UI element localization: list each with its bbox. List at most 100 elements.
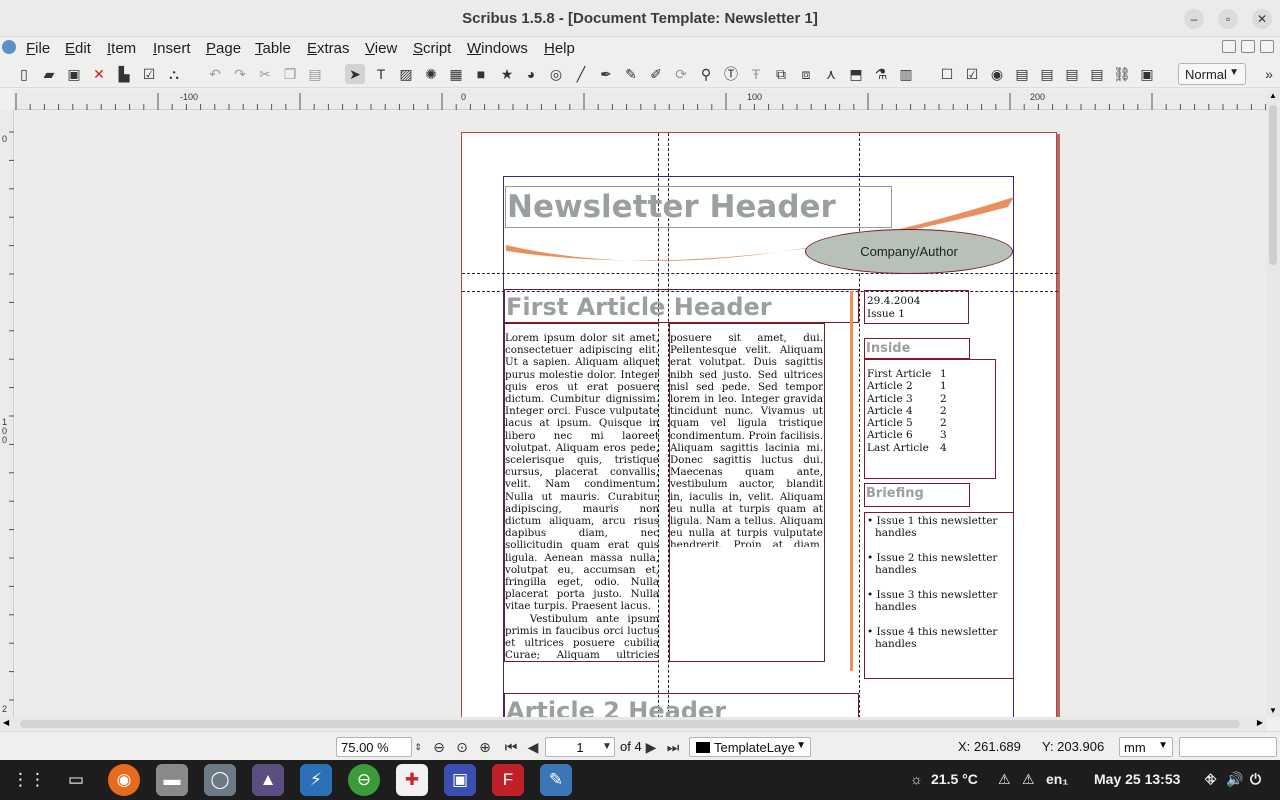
scroll-left-icon[interactable]: ◀ — [3, 718, 9, 727]
alert-icon[interactable]: ⚠ — [1022, 771, 1035, 788]
font-manager-icon[interactable]: F — [492, 764, 524, 796]
text-frame-icon[interactable]: T — [371, 64, 391, 84]
show-desktop-icon[interactable]: ▭ — [60, 764, 92, 796]
pdf-combobox-icon[interactable]: ▤ — [1037, 64, 1057, 84]
story-editor-icon[interactable]: Ŧ — [746, 64, 766, 84]
vertical-scrollbar[interactable]: ▲ ▼ — [1266, 89, 1280, 717]
menu-extras[interactable]: Extras — [307, 40, 350, 57]
firefox-icon[interactable]: ◉ — [108, 764, 140, 796]
pdf-listbox-icon[interactable]: ▤ — [1062, 64, 1082, 84]
horizontal-scroll-thumb[interactable] — [20, 720, 1240, 728]
network-icon[interactable]: ⛗ — [1205, 771, 1216, 788]
zoom-field[interactable]: 75.00 % — [336, 737, 412, 757]
open-icon[interactable]: ▰ — [39, 64, 59, 84]
new-document-icon[interactable]: ▯ — [14, 64, 34, 84]
power-icon[interactable]: ⚡ — [300, 764, 332, 796]
menu-view[interactable]: View — [365, 40, 397, 57]
maximize-button[interactable]: ▫ — [1218, 9, 1238, 29]
mdi-restore-button[interactable] — [1241, 40, 1255, 53]
orange-divider-line[interactable] — [850, 291, 853, 671]
pdf-annotation-link-icon[interactable]: ▣ — [1137, 64, 1157, 84]
export-pdf-icon[interactable]: ⛬ — [164, 64, 184, 84]
menu-help[interactable]: Help — [544, 40, 575, 57]
measure-icon[interactable]: ⋏ — [821, 64, 841, 84]
menu-page[interactable]: Page — [206, 40, 241, 57]
menu-table[interactable]: Table — [255, 40, 291, 57]
undo-icon[interactable]: ↶ — [205, 64, 225, 84]
menu-file[interactable]: File — [26, 40, 50, 57]
image-frame-icon[interactable]: ▨ — [396, 64, 416, 84]
previous-page-icon[interactable]: ◀ — [524, 737, 542, 757]
edit-text-icon[interactable]: Ⓣ — [721, 64, 741, 84]
line-icon[interactable]: ╱ — [571, 64, 591, 84]
first-page-icon[interactable]: ⏮ — [502, 737, 520, 757]
arc-icon[interactable]: ◕ — [521, 64, 541, 84]
menu-windows[interactable]: Windows — [467, 40, 528, 57]
print-icon[interactable]: ▙ — [114, 64, 134, 84]
spiral-icon[interactable]: ◎ — [546, 64, 566, 84]
company-author-ellipse[interactable]: Company/Author — [805, 229, 1013, 274]
pdf-checkbox-icon[interactable]: ☑ — [962, 64, 982, 84]
table-icon[interactable]: ▦ — [446, 64, 466, 84]
scroll-up-icon[interactable]: ▲ — [1269, 91, 1277, 100]
inkscape-icon[interactable]: ▲ — [252, 764, 284, 796]
zoom-in-icon[interactable]: ⊕ — [476, 737, 494, 757]
minimize-button[interactable]: – — [1184, 9, 1204, 29]
select-tool-icon[interactable]: ➤ — [345, 64, 365, 84]
inside-header-frame[interactable]: Inside — [864, 338, 970, 359]
layer-select[interactable]: TemplateLaye ▼ — [689, 737, 811, 757]
redo-icon[interactable]: ↷ — [230, 64, 250, 84]
bezier-icon[interactable]: ✒ — [596, 64, 616, 84]
mdi-minimize-button[interactable] — [1222, 40, 1236, 53]
first-article-header-frame[interactable]: First Article Header — [504, 289, 859, 323]
page-dropdown-icon[interactable]: ▼ — [598, 737, 616, 757]
screenshot-icon[interactable]: ▣ — [444, 764, 476, 796]
menu-insert[interactable]: Insert — [153, 40, 191, 57]
horizontal-scrollbar[interactable]: ◀ ▶ — [0, 717, 1266, 731]
mdi-close-button[interactable] — [1260, 40, 1274, 53]
keyboard-layout[interactable]: en₁ — [1046, 771, 1068, 787]
preflight-icon[interactable]: ☑ — [139, 64, 159, 84]
briefing-header-frame[interactable]: Briefing — [864, 483, 970, 507]
close-window-button[interactable]: ✕ — [1252, 9, 1272, 29]
rotate-icon[interactable]: ⟳ — [671, 64, 691, 84]
article-2-header-frame[interactable]: Article 2 Header — [504, 693, 859, 717]
polygon-icon[interactable]: ★ — [497, 64, 517, 84]
pdf-radio-icon[interactable]: ◉ — [987, 64, 1007, 84]
scribus-taskbar-icon[interactable]: ✎ — [540, 764, 572, 796]
table-of-contents-frame[interactable]: First Article 1 Article 21 Article 32 Art… — [864, 359, 996, 479]
vertical-ruler[interactable]: 0 100 2 — [0, 110, 14, 717]
scroll-down-icon[interactable]: ▼ — [1269, 706, 1277, 715]
app-grid-icon[interactable]: ⋮⋮ — [12, 764, 46, 796]
unit-select[interactable]: mm ▼ — [1119, 737, 1173, 757]
copy-properties-icon[interactable]: ⬒ — [846, 64, 866, 84]
shape-icon[interactable]: ■ — [471, 64, 491, 84]
files-icon[interactable]: ▬ — [156, 764, 188, 796]
vertical-scroll-thumb[interactable] — [1269, 105, 1277, 265]
preview-mode-select[interactable]: Normal ▼ — [1178, 63, 1246, 85]
zoom-icon[interactable]: ⚲ — [696, 64, 716, 84]
pdf-push-button-icon[interactable]: ▥ — [896, 64, 916, 84]
sync-icon[interactable]: ⊖ — [348, 764, 380, 796]
zoom-spinner-icon[interactable]: ⇕ — [411, 737, 425, 757]
menu-script[interactable]: Script — [413, 40, 451, 57]
weather-readout[interactable]: 21.5 °C — [931, 771, 978, 787]
document-page[interactable]: Newsletter Header Company/Author First A… — [461, 132, 1058, 717]
power-menu-icon[interactable]: ⏻ — [1250, 771, 1261, 788]
copy-icon[interactable]: ❐ — [280, 64, 300, 84]
document-canvas[interactable]: Newsletter Header Company/Author First A… — [15, 110, 1266, 717]
close-document-icon[interactable]: ✕ — [89, 64, 109, 84]
freehand-icon[interactable]: ✎ — [621, 64, 641, 84]
eyedropper-icon[interactable]: ⚗ — [871, 64, 891, 84]
last-page-icon[interactable]: ⏭ — [664, 737, 682, 757]
next-page-icon[interactable]: ▶ — [642, 737, 660, 757]
cut-icon[interactable]: ✂ — [255, 64, 275, 84]
scroll-right-icon[interactable]: ▶ — [1257, 718, 1263, 727]
save-icon[interactable]: ▣ — [64, 64, 84, 84]
unlink-frames-icon[interactable]: ⧈ — [796, 64, 816, 84]
render-frame-icon[interactable]: ✺ — [421, 64, 441, 84]
volume-icon[interactable]: 🔊 — [1226, 771, 1243, 788]
briefing-frame[interactable]: • Issue 1 this newsletter handles • Issu… — [864, 512, 1014, 679]
pdf-link-icon[interactable]: ⛓ — [1112, 64, 1132, 84]
date-issue-frame[interactable]: 29.4.2004 Issue 1 — [864, 290, 969, 324]
